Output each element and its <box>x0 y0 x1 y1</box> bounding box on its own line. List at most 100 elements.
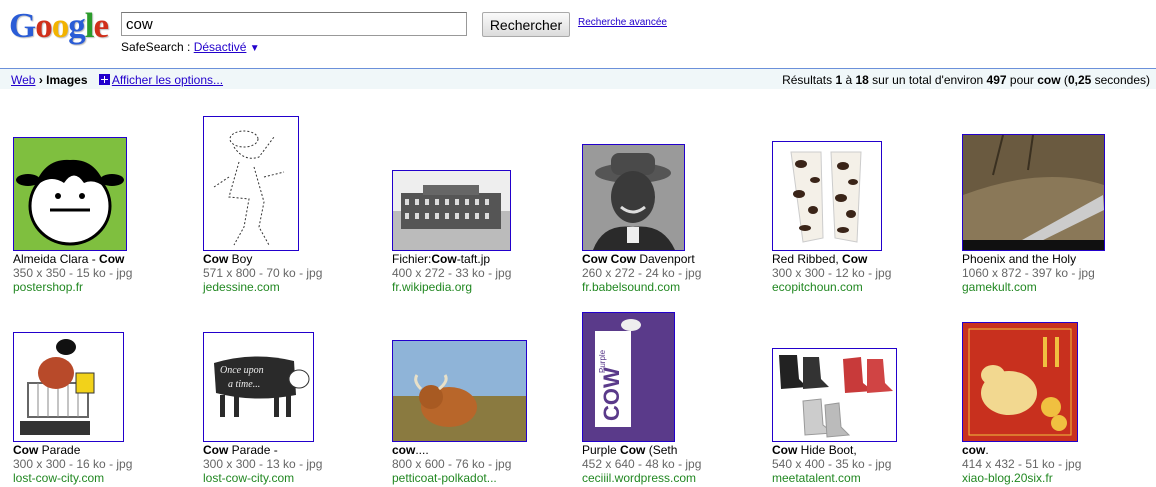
caption-text: Phoenix and the Holy <box>962 252 1077 266</box>
thumbnail-cow-boy-drawing[interactable] <box>203 116 299 251</box>
caption-text: Davenport <box>636 252 695 266</box>
result-meta: 414 x 432 - 51 ko - jpg <box>962 457 1082 471</box>
safesearch: SafeSearch : Désactivé ▼ <box>121 40 260 54</box>
result-caption[interactable]: Phoenix and the Holy <box>962 252 1076 266</box>
thumbnail-cow-parade-cart[interactable] <box>13 332 124 442</box>
caption-text: Almeida Clara - <box>13 252 100 266</box>
caption-bold: cow <box>392 443 416 457</box>
results-total: 497 <box>986 73 1007 87</box>
caption-bold: Cow <box>203 443 229 457</box>
once-upon-text: Once upon <box>220 365 264 376</box>
result-caption[interactable]: Purple Cow (Seth <box>582 443 677 457</box>
purple-cow-text: COW <box>599 367 624 421</box>
thumbnail-building[interactable] <box>392 170 511 251</box>
caption-text: .... <box>415 443 429 457</box>
results-count: Résultats 1 à 18 sur un total d'environ … <box>782 69 1150 91</box>
result-caption[interactable]: Cow Boy <box>203 252 252 266</box>
thumbnail-game-screenshot[interactable] <box>962 134 1105 251</box>
caption-bold: Cow <box>99 252 125 266</box>
advanced-search-link[interactable]: Recherche avancée <box>578 17 667 28</box>
caption-bold: Cow <box>13 443 39 457</box>
result-meta: 540 x 400 - 35 ko - jpg <box>772 457 892 471</box>
caption-tail: -taft.jp <box>456 252 491 266</box>
show-options-link[interactable]: Afficher les options... <box>112 73 223 87</box>
thumbnail-cow-parade-once[interactable]: Once upon a time... <box>203 332 314 442</box>
caption-text: Red Ribbed, <box>772 252 843 266</box>
result-site[interactable]: meetatalent.com <box>772 471 861 485</box>
logo-letter-3: o <box>51 6 69 45</box>
caption-text: Parade <box>38 443 81 457</box>
result-site[interactable]: petticoat-polkadot... <box>392 471 497 485</box>
logo-letter-1: G <box>9 6 36 45</box>
result-site[interactable]: gamekult.com <box>962 280 1037 294</box>
caption-text: Hide Boot, <box>797 443 857 457</box>
result-site[interactable]: ecopitchoun.com <box>772 280 863 294</box>
result-site[interactable]: ceciiil.wordpress.com <box>582 471 696 485</box>
result-site[interactable]: xiao-blog.20six.fr <box>962 471 1053 485</box>
result-site[interactable]: jedessine.com <box>203 280 280 294</box>
caption-text: . <box>985 443 989 457</box>
thumbnail-boots[interactable] <box>772 348 897 442</box>
results-time: 0,25 <box>1067 73 1092 87</box>
purple-text: Purple <box>598 349 607 373</box>
search-input[interactable] <box>121 12 467 36</box>
result-meta: 300 x 300 - 12 ko - jpg <box>772 266 892 280</box>
images-label: Images <box>46 73 88 87</box>
results-open: ( <box>1060 73 1068 87</box>
results-query: cow <box>1037 73 1061 87</box>
result-site[interactable]: postershop.fr <box>13 280 83 294</box>
thumbnail-highland-cow[interactable] <box>392 340 527 442</box>
logo-letter-6: e <box>93 6 109 45</box>
caption-bold: Cow <box>431 252 457 266</box>
results-a: à <box>842 73 856 87</box>
caption-bold: Cow <box>842 252 868 266</box>
breadcrumb: Web › Images Afficher les options... <box>11 69 223 91</box>
result-meta: 350 x 350 - 15 ko - jpg <box>13 266 133 280</box>
results-pour: pour <box>1006 73 1038 87</box>
caption-text: Boy <box>228 252 253 266</box>
plus-icon[interactable] <box>98 74 110 85</box>
result-caption[interactable]: Cow Cow Davenport <box>582 252 695 266</box>
results-bar: Web › Images Afficher les options... Rés… <box>0 68 1156 89</box>
results-prefix: Résultats <box>782 73 836 87</box>
result-caption[interactable]: Fichier:Cow-taft.jp <box>392 252 490 266</box>
result-caption[interactable]: Cow Parade <box>13 443 80 457</box>
google-logo[interactable]: Google <box>9 6 109 46</box>
logo-letter-5: l <box>84 6 95 45</box>
result-site[interactable]: lost-cow-city.com <box>203 471 294 485</box>
result-meta: 571 x 800 - 70 ko - jpg <box>203 266 323 280</box>
result-caption[interactable]: cow. <box>962 443 989 457</box>
breadcrumb-separator: › <box>38 73 43 87</box>
safesearch-toggle[interactable]: Désactivé <box>194 40 247 54</box>
search-button[interactable]: Rechercher <box>482 12 570 37</box>
result-site[interactable]: fr.wikipedia.org <box>392 280 472 294</box>
result-site[interactable]: lost-cow-city.com <box>13 471 104 485</box>
result-caption[interactable]: cow.... <box>392 443 429 457</box>
result-caption[interactable]: Cow Parade - <box>203 443 278 457</box>
chevron-down-icon[interactable]: ▼ <box>250 43 260 54</box>
logo-letter-2: o <box>35 6 52 45</box>
caption-text: Parade - <box>228 443 278 457</box>
results-to: 18 <box>855 73 869 87</box>
result-meta: 300 x 300 - 16 ko - jpg <box>13 457 133 471</box>
a-time-text: a time... <box>228 379 260 390</box>
thumbnail-chinese-card[interactable] <box>962 322 1078 442</box>
thumbnail-portrait[interactable] <box>582 144 685 251</box>
result-site[interactable]: fr.babelsound.com <box>582 280 680 294</box>
caption-text: Purple <box>582 443 621 457</box>
result-meta: 400 x 272 - 33 ko - jpg <box>392 266 512 280</box>
thumbnail-cow-cartoon[interactable] <box>13 137 127 251</box>
thumbnail-purple-cow-book[interactable]: COW Purple <box>582 312 675 442</box>
results-mid: sur un total d'environ <box>868 73 987 87</box>
caption-bold: Cow Cow <box>582 252 636 266</box>
web-link[interactable]: Web <box>11 73 35 87</box>
result-caption[interactable]: Almeida Clara - Cow <box>13 252 124 266</box>
result-caption[interactable]: Red Ribbed, Cow <box>772 252 867 266</box>
result-meta: 452 x 640 - 48 ko - jpg <box>582 457 702 471</box>
caption-bold: Cow <box>620 443 646 457</box>
caption-bold: Cow <box>203 252 229 266</box>
result-meta: 800 x 600 - 76 ko - jpg <box>392 457 512 471</box>
result-meta: 1060 x 872 - 397 ko - jpg <box>962 266 1095 280</box>
thumbnail-legwarmers[interactable] <box>772 141 882 251</box>
result-caption[interactable]: Cow Hide Boot, <box>772 443 857 457</box>
